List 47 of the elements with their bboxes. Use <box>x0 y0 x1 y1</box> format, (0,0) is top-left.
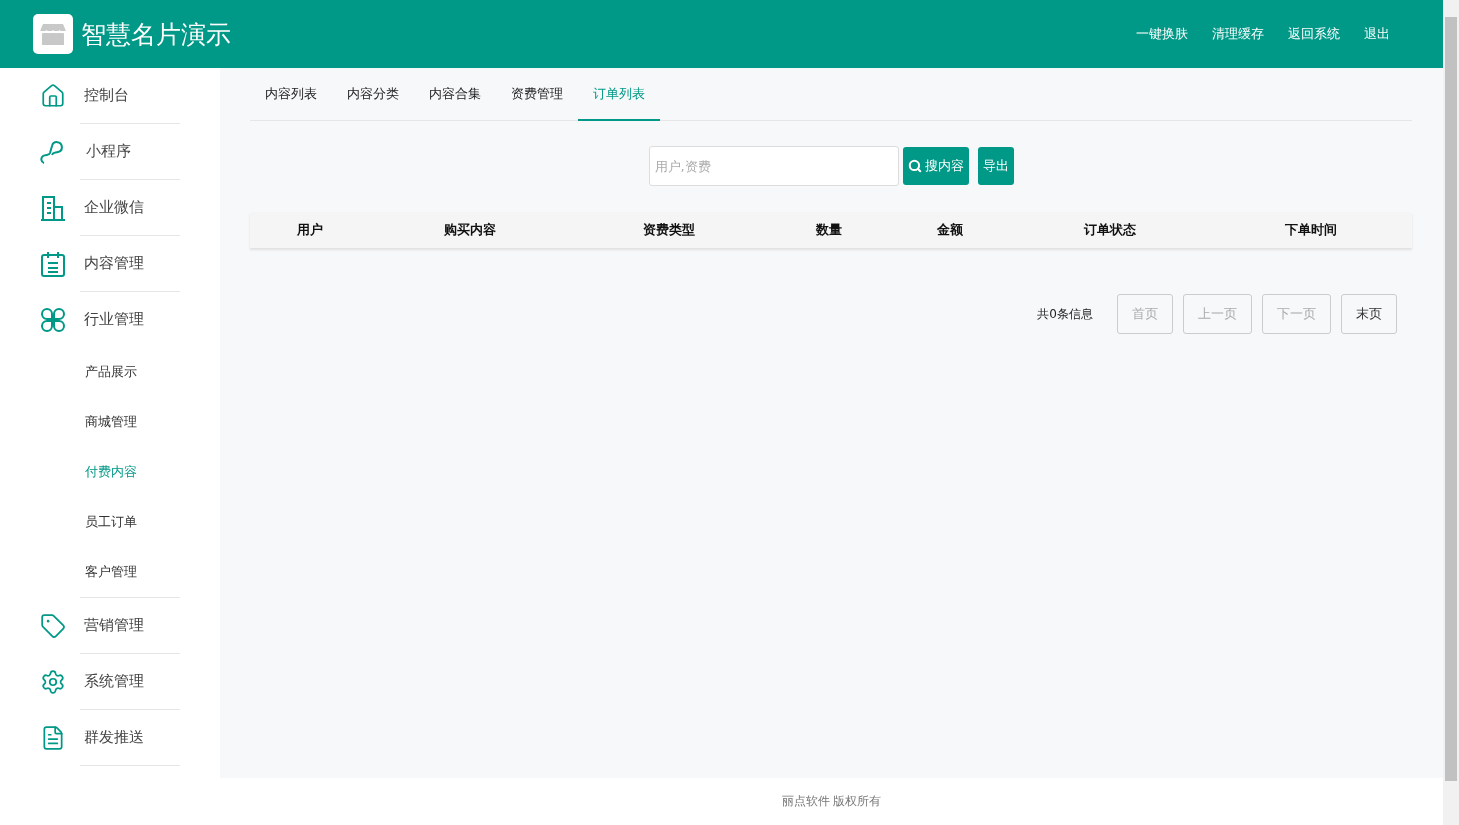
column-header: 下单时间 <box>1284 221 1338 239</box>
header-link[interactable]: 返回系统 <box>1288 25 1340 43</box>
sidebar-subitem[interactable]: 商城管理 <box>85 397 180 447</box>
sidebar-item[interactable]: 小程序 <box>40 124 180 179</box>
header-link[interactable]: 退出 <box>1364 25 1390 43</box>
building-icon <box>40 194 66 221</box>
export-button[interactable]: 导出 <box>977 147 1014 185</box>
header-link[interactable]: 清理缓存 <box>1212 25 1264 43</box>
sidebar-subitem[interactable]: 客户管理 <box>85 547 180 597</box>
home-icon <box>40 82 66 109</box>
sidebar-item[interactable]: 群发推送 <box>40 710 180 765</box>
header-link[interactable]: 一键换肤 <box>1136 25 1188 43</box>
tab[interactable]: 内容合集 <box>414 68 496 121</box>
sidebar-subitem[interactable]: 产品展示 <box>85 347 180 397</box>
tab[interactable]: 内容列表 <box>250 68 332 121</box>
sidebar-item[interactable]: 营销管理 <box>40 598 180 653</box>
search-field[interactable]: 用户,资费 <box>648 146 899 186</box>
copyright-text: 丽点软件 版权所有 <box>781 793 882 810</box>
tab[interactable]: 资费管理 <box>496 68 578 121</box>
sidebar-item[interactable]: 内容管理 <box>40 236 180 291</box>
sidebar-item[interactable]: 行业管理 <box>40 292 180 347</box>
sidebar-subitem[interactable]: 员工订单 <box>85 497 180 547</box>
search-icon <box>907 159 922 173</box>
tag-icon <box>40 612 66 639</box>
search-button[interactable]: 搜内容 <box>902 147 969 185</box>
scrollbar-thumb[interactable] <box>1445 17 1457 781</box>
scrollbar[interactable] <box>1443 0 1459 825</box>
sidebar-item[interactable]: 企业微信 <box>40 180 180 235</box>
tab[interactable]: 内容分类 <box>332 68 414 121</box>
tab[interactable]: 订单列表 <box>578 68 660 121</box>
column-header: 订单状态 <box>1083 221 1137 239</box>
column-header: 购买内容 <box>443 221 497 239</box>
clover-icon <box>40 306 66 333</box>
sidebar-item[interactable]: 控制台 <box>40 68 180 123</box>
sidebar-item[interactable]: 系统管理 <box>40 654 180 709</box>
column-header: 金额 <box>936 221 964 239</box>
column-header: 资费类型 <box>642 221 696 239</box>
clipboard-icon <box>40 250 66 277</box>
document-icon <box>40 724 66 751</box>
app-title: 智慧名片演示 <box>81 18 231 51</box>
store-icon <box>40 22 66 46</box>
record-count: 共0条信息 <box>1037 305 1093 323</box>
column-header: 数量 <box>815 221 843 239</box>
column-header: 用户 <box>296 221 324 239</box>
page-button[interactable]: 末页 <box>1341 294 1397 334</box>
settings-icon <box>40 668 66 695</box>
sidebar-subitem[interactable]: 付费内容 <box>85 447 180 497</box>
